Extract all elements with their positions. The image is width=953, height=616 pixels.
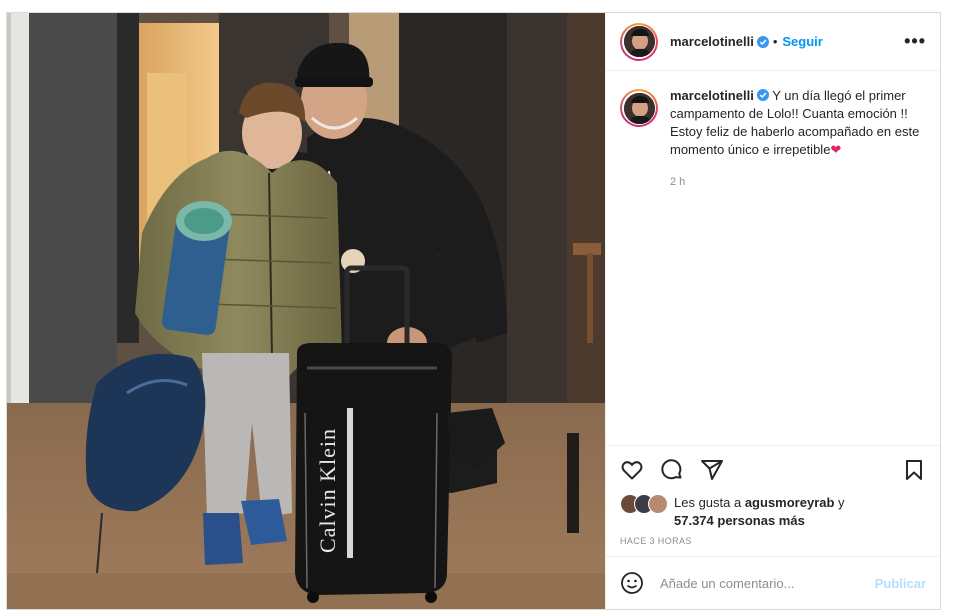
post-timestamp[interactable]: HACE 3 HORAS: [620, 536, 926, 546]
instagram-post: Calvin Klein marcelotinelli • Seguir •••…: [6, 12, 941, 610]
likes-summary: Les gusta a agusmoreyrab y 57.374 person…: [620, 494, 926, 530]
verified-badge-icon: [756, 89, 769, 101]
suitcase-brand-text: Calvin Klein: [315, 428, 340, 553]
likes-prefix: Les gusta a: [674, 495, 745, 510]
add-comment-bar: Publicar: [606, 556, 940, 609]
author-avatar[interactable]: [620, 22, 658, 61]
comment-bubble-icon[interactable]: [660, 458, 684, 482]
caption: marcelotinelli Y un día llegó el primer …: [620, 87, 926, 191]
red-heart-emoji: ❤: [830, 142, 842, 157]
liker-username[interactable]: agusmoreyrab: [745, 495, 835, 510]
bookmark-icon[interactable]: [902, 458, 926, 482]
comments-area: marcelotinelli Y un día llegó el primer …: [606, 71, 940, 445]
caption-avatar[interactable]: [620, 89, 658, 127]
heart-outline-icon[interactable]: [620, 458, 644, 482]
liker-avatars: [620, 494, 668, 514]
publish-button[interactable]: Publicar: [875, 576, 926, 591]
caption-timestamp[interactable]: 2 h: [670, 173, 926, 191]
likes-connector: y: [834, 495, 845, 510]
emoji-smiley-icon[interactable]: [620, 571, 644, 595]
more-options-icon[interactable]: •••: [904, 31, 926, 52]
follow-button[interactable]: Seguir: [782, 34, 822, 49]
post-side-panel: marcelotinelli • Seguir ••• marcelotinel…: [605, 13, 940, 609]
caption-username[interactable]: marcelotinelli: [670, 88, 754, 103]
actions-area: Les gusta a agusmoreyrab y 57.374 person…: [606, 445, 940, 556]
verified-badge-icon: [756, 35, 769, 48]
likes-count-link[interactable]: 57.374 personas más: [674, 513, 805, 528]
header-separator: •: [772, 34, 778, 49]
comment-input[interactable]: [658, 574, 875, 592]
post-photo[interactable]: Calvin Klein: [7, 13, 605, 609]
post-header: marcelotinelli • Seguir •••: [606, 13, 940, 71]
author-username[interactable]: marcelotinelli: [670, 34, 754, 49]
paper-plane-icon[interactable]: [700, 458, 724, 482]
action-bar: [620, 446, 926, 494]
